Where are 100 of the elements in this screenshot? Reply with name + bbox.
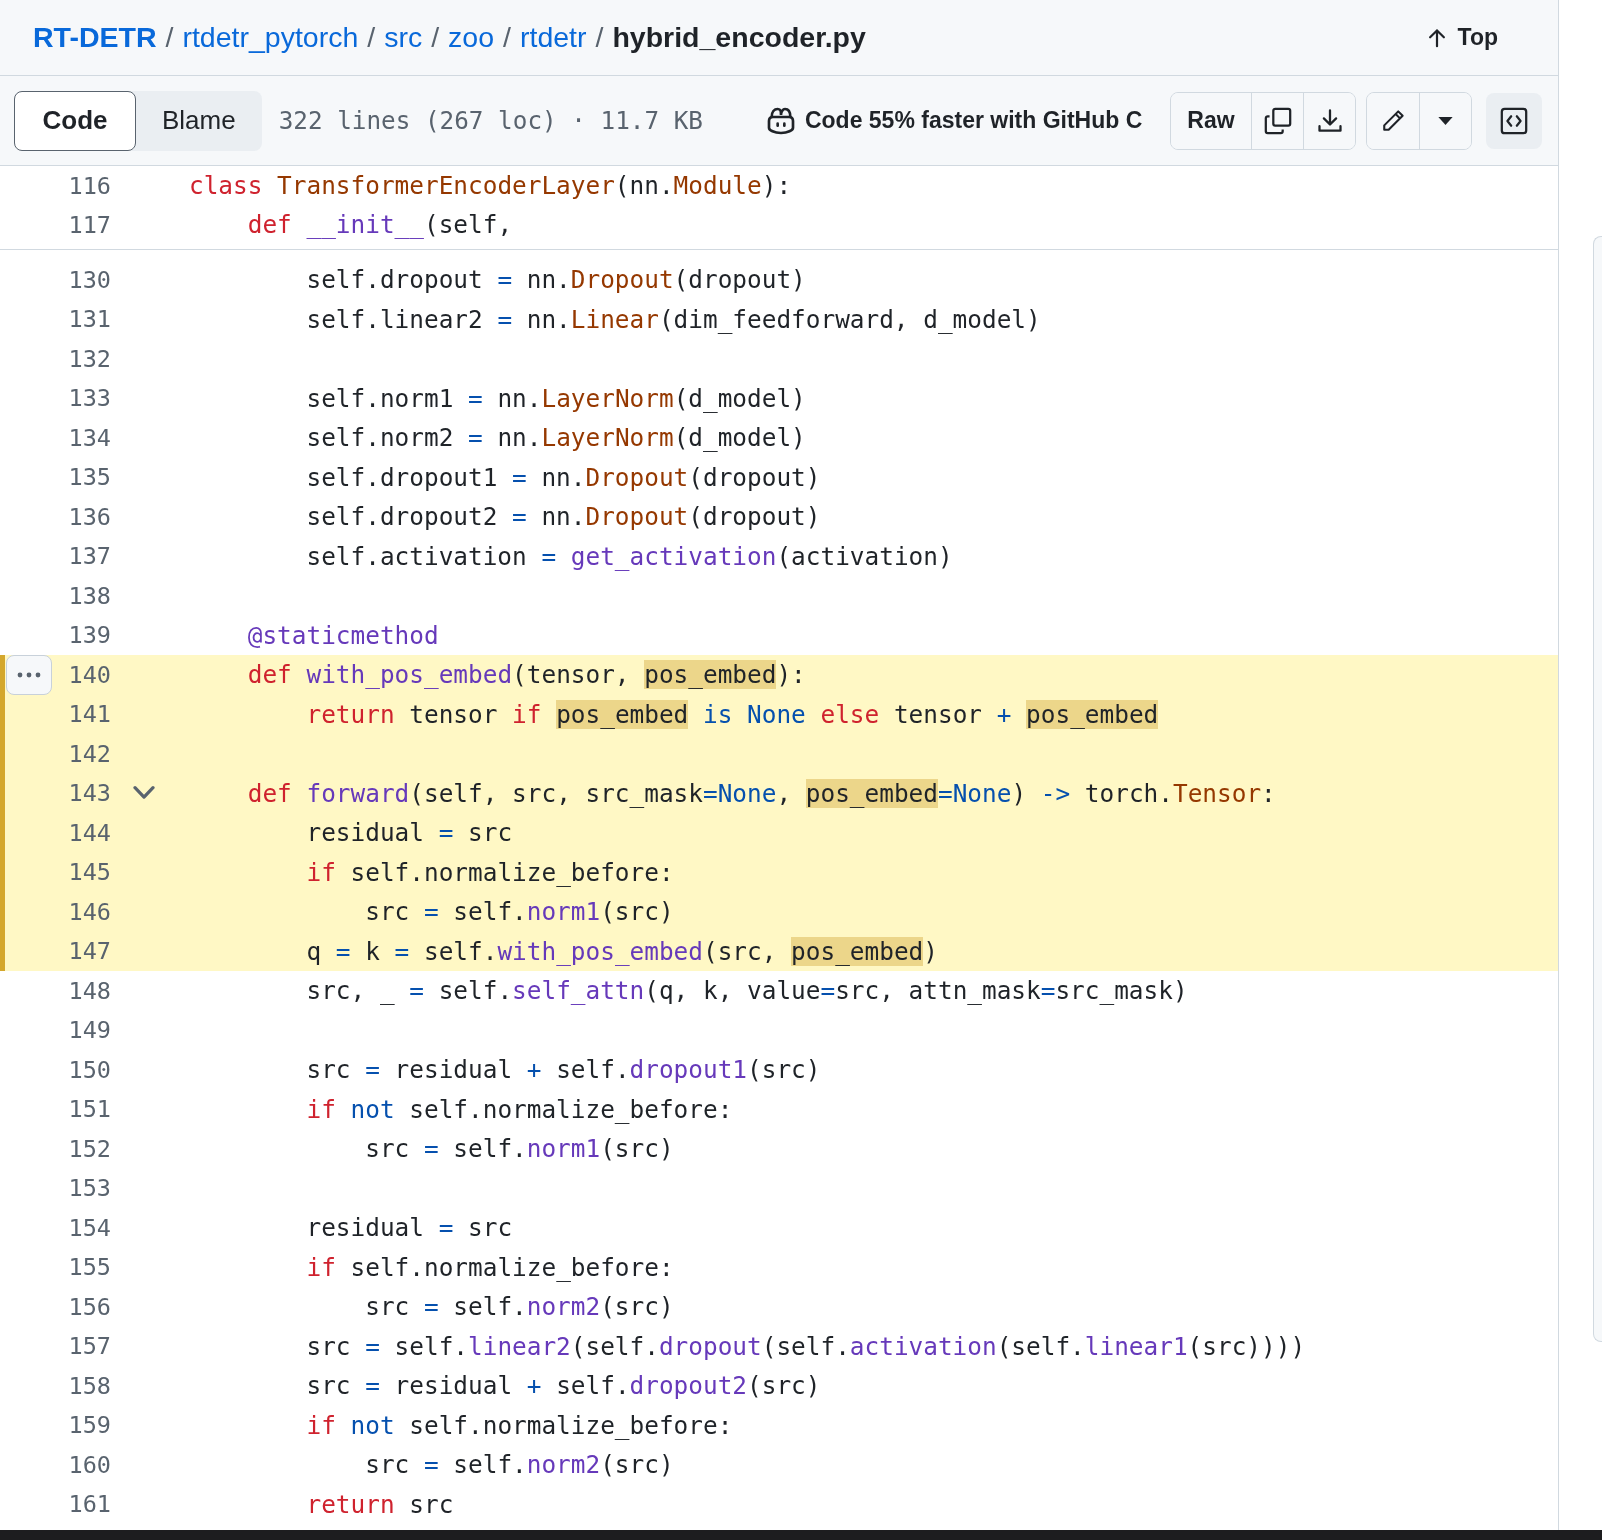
code-line[interactable]: 151 if not self.normalize_before: xyxy=(0,1089,1558,1129)
line-number: 159 xyxy=(67,1411,111,1440)
code-line[interactable]: 132 xyxy=(0,339,1558,379)
code-line[interactable]: 154 residual = src xyxy=(0,1208,1558,1248)
line-number: 150 xyxy=(67,1055,111,1084)
folder-link[interactable]: rtdetr_pytorch xyxy=(182,21,359,54)
code-line[interactable]: 130 self.dropout = nn.Dropout(dropout) xyxy=(0,260,1558,300)
code-line[interactable]: 131 self.linear2 = nn.Linear(dim_feedforward, d_model) xyxy=(0,299,1558,339)
file-name: hybrid_encoder.py xyxy=(612,21,866,54)
code-text: q = k = self.with_pos_embed(src, pos_embed) xyxy=(305,936,938,966)
line-number: 153 xyxy=(67,1174,111,1203)
line-number: 142 xyxy=(67,739,111,768)
line-number: 158 xyxy=(67,1371,111,1400)
path-separator: / xyxy=(595,21,604,54)
line-number: 140 xyxy=(67,660,111,689)
view-tab[interactable]: Blame xyxy=(136,90,262,151)
folder-link[interactable]: zoo xyxy=(448,21,495,54)
code-line[interactable]: 139 @staticmethod xyxy=(0,615,1558,655)
line-number: 145 xyxy=(67,858,111,887)
line-number: 141 xyxy=(67,700,111,729)
line-number: 144 xyxy=(67,818,111,847)
code-line[interactable]: 133 self.norm1 = nn.LayerNorm(d_model) xyxy=(0,378,1558,418)
code-text: self.dropout2 = nn.Dropout(dropout) xyxy=(305,502,821,532)
code-text: src = self.norm1(src) xyxy=(364,897,674,927)
line-number: 157 xyxy=(67,1332,111,1361)
code-line[interactable]: 156 src = self.norm2(src) xyxy=(0,1287,1558,1327)
view-tab[interactable]: Code xyxy=(14,90,136,151)
line-number: 135 xyxy=(67,463,111,492)
line-number: 161 xyxy=(67,1490,111,1519)
code-line[interactable]: 152 src = self.norm1(src) xyxy=(0,1129,1558,1169)
code-text: src = residual + self.dropout2(src) xyxy=(305,1371,821,1401)
line-number: 134 xyxy=(67,423,111,452)
code-text: class TransformerEncoderLayer(nn.Module): xyxy=(189,171,792,200)
code-text: if not self.normalize_before: xyxy=(305,1094,733,1124)
code-text: self.linear2 = nn.Linear(dim_feedforward, d_model) xyxy=(305,304,1041,334)
line-number: 149 xyxy=(67,1016,111,1045)
code-text: src = self.norm2(src) xyxy=(364,1292,674,1322)
code-text: self.norm1 = nn.LayerNorm(d_model) xyxy=(305,383,806,413)
code-text: src = self.norm2(src) xyxy=(364,1450,674,1480)
copy-icon xyxy=(1262,105,1293,136)
line-number: 151 xyxy=(67,1095,111,1124)
code-text: return src xyxy=(305,1489,454,1519)
code-line[interactable]: 155 if self.normalize_before: xyxy=(0,1247,1558,1287)
line-number: 152 xyxy=(67,1134,111,1163)
code-line[interactable]: 158 src = residual + self.dropout2(src) xyxy=(0,1366,1558,1406)
code-text: src = self.norm1(src) xyxy=(364,1134,674,1164)
code-line[interactable]: 137 self.activation = get_activation(activation) xyxy=(0,536,1558,576)
code-text: src = self.linear2(self.dropout(self.activation(self.linear1(src)))) xyxy=(305,1331,1306,1361)
code-text: if self.normalize_before: xyxy=(305,1252,674,1282)
line-number: 147 xyxy=(67,937,111,966)
line-number: 117 xyxy=(67,210,111,239)
code-text: src = residual + self.dropout1(src) xyxy=(305,1055,821,1085)
code-text: def with_pos_embed(tensor, pos_embed): xyxy=(246,660,806,690)
code-text: if not self.normalize_before: xyxy=(305,1410,733,1440)
top-link[interactable]: Top xyxy=(1425,24,1498,51)
line-number: 155 xyxy=(67,1253,111,1282)
path-separator: / xyxy=(367,21,376,54)
code-line[interactable]: 136 self.dropout2 = nn.Dropout(dropout) xyxy=(0,497,1558,537)
line-number: 156 xyxy=(67,1292,111,1321)
line-number: 146 xyxy=(67,897,111,926)
code-square-icon xyxy=(1499,105,1529,136)
line-number: 136 xyxy=(67,502,111,531)
folder-link[interactable]: src xyxy=(384,21,423,54)
code-text: self.dropout1 = nn.Dropout(dropout) xyxy=(305,462,821,492)
line-number: 131 xyxy=(67,305,111,334)
chevron-down-icon[interactable] xyxy=(133,785,155,801)
path-separator: / xyxy=(431,21,440,54)
code-line[interactable]: 148 src, _ = self.self_attn(q, k, value=src, attn_mask=src_mask) xyxy=(0,971,1558,1011)
code-text: def forward(self, src, src_mask=None, pos_embed=None) -> torch.Tensor: xyxy=(246,778,1276,808)
copilot-promo[interactable]: Code 55% faster with GitHub C xyxy=(804,107,1143,134)
code-text: self.activation = get_activation(activation) xyxy=(305,541,953,571)
code-line[interactable]: 149 xyxy=(0,1010,1558,1050)
line-number: 154 xyxy=(67,1213,111,1242)
file-info: 322 lines (267 loc) · 11.7 KB xyxy=(278,106,703,135)
code-line[interactable]: 135 self.dropout1 = nn.Dropout(dropout) xyxy=(0,457,1558,497)
code-line[interactable]: 157 src = self.linear2(self.dropout(self.activation(self.linear1(src)))) xyxy=(0,1326,1558,1366)
code-text: src, _ = self.self_attn(q, k, value=src, attn_mask=src_mask) xyxy=(305,976,1188,1006)
code-text: self.norm2 = nn.LayerNorm(d_model) xyxy=(305,423,806,453)
code-line[interactable]: 159 if not self.normalize_before: xyxy=(0,1405,1558,1445)
code-line[interactable]: 134 self.norm2 = nn.LayerNorm(d_model) xyxy=(0,418,1558,458)
repo-link[interactable]: RT-DETR xyxy=(33,21,157,54)
line-number: 132 xyxy=(67,344,111,373)
code-text: residual = src xyxy=(305,818,513,848)
code-text: def __init__(self, xyxy=(246,210,513,239)
folder-link[interactable]: rtdetr xyxy=(520,21,587,54)
path-separator: / xyxy=(165,21,174,54)
code-line[interactable]: 161 return src xyxy=(0,1484,1558,1524)
code-text: if self.normalize_before: xyxy=(305,857,674,887)
symbols-button[interactable] xyxy=(1486,92,1542,149)
line-number: 160 xyxy=(67,1450,111,1479)
code-line[interactable]: 160 src = self.norm2(src) xyxy=(0,1445,1558,1485)
line-menu-button[interactable] xyxy=(6,655,52,695)
line-number: 130 xyxy=(67,265,111,294)
code-line[interactable]: 138 xyxy=(0,576,1558,616)
download-button[interactable] xyxy=(1303,92,1355,149)
line-number: 116 xyxy=(67,171,111,200)
code-line[interactable]: 153 xyxy=(0,1168,1558,1208)
code-text: residual = src xyxy=(305,1213,513,1243)
code-line[interactable]: 150 src = residual + self.dropout1(src) xyxy=(0,1050,1558,1090)
line-number: 148 xyxy=(67,976,111,1005)
